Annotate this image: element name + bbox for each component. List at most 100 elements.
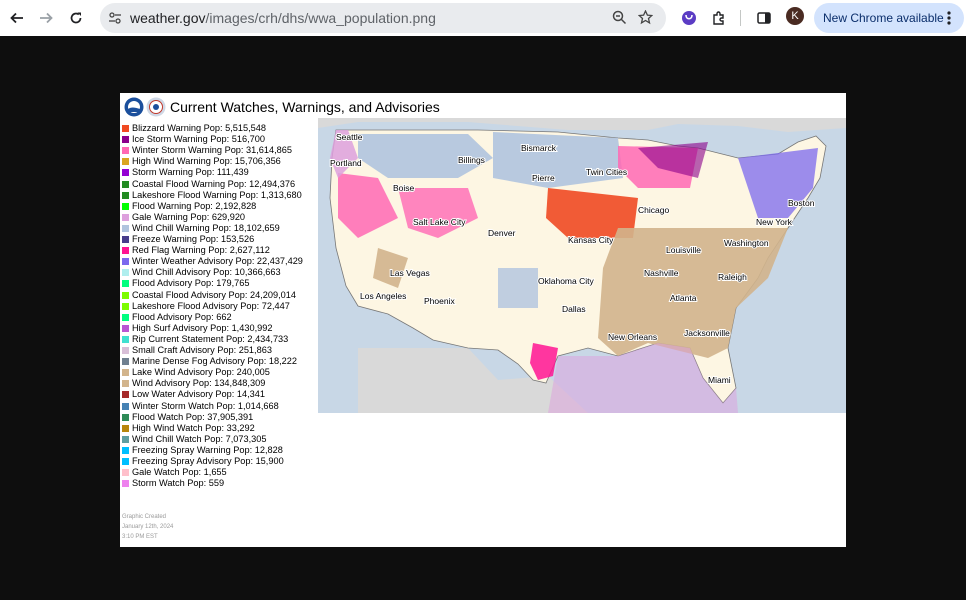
update-chrome-button[interactable]: New Chrome available [814, 3, 964, 33]
city-label: Twin Cities [586, 167, 627, 177]
city-label: New York [756, 217, 793, 227]
back-button[interactable] [4, 5, 30, 31]
city-label: Oklahoma City [538, 276, 594, 286]
city-label: Raleigh [718, 272, 747, 282]
legend-item: High Surf Advisory Pop: 1,430,992 [122, 323, 272, 334]
legend-label: Rip Current Statement Pop: 2,434,733 [132, 333, 289, 344]
legend-swatch [122, 324, 129, 332]
wind-chill-warning-oklahoma [498, 268, 538, 308]
legend-swatch [122, 136, 129, 144]
profile-avatar[interactable]: K [786, 7, 804, 25]
city-label: Miami [708, 375, 731, 385]
kebab-menu-icon[interactable] [946, 10, 952, 26]
legend-swatch [122, 424, 129, 432]
legend-swatch [122, 402, 129, 410]
city-label: Pierre [532, 173, 555, 183]
site-info-icon[interactable] [108, 11, 122, 25]
legend-label: Gale Watch Pop: 1,655 [132, 467, 227, 478]
legend-label: Blizzard Warning Pop: 5,515,548 [132, 123, 266, 133]
city-label: Washington [724, 238, 769, 248]
legend-swatch [122, 258, 129, 266]
legend-label: Coastal Flood Warning Pop: 12,494,376 [132, 178, 296, 189]
extension-icon[interactable] [678, 7, 700, 29]
legend-label: Small Craft Advisory Pop: 251,863 [132, 345, 272, 355]
legend-label: Gale Warning Pop: 629,920 [132, 211, 246, 222]
legend-item: Small Craft Advisory Pop: 251,863 [122, 345, 272, 356]
address-bar[interactable]: weather.gov/images/crh/dhs/wwa_populatio… [100, 3, 666, 33]
legend-item: Gale Warning Pop: 629,920 [122, 212, 245, 223]
legend-item: Lakeshore Flood Advisory Pop: 72,447 [122, 301, 290, 312]
legend-label: Winter Storm Warning Pop: 31,614,865 [132, 145, 293, 156]
city-label: Phoenix [424, 296, 455, 306]
legend-swatch [122, 302, 129, 310]
city-label: Seattle [336, 132, 363, 142]
forward-button[interactable] [33, 5, 59, 31]
legend-swatch [122, 358, 129, 366]
bookmark-star-icon[interactable] [638, 10, 653, 25]
legend-label: Marine Dense Fog Advisory Pop: 18,222 [132, 356, 297, 367]
zoom-icon[interactable] [612, 10, 627, 25]
legend-swatch [122, 413, 129, 421]
legend-swatch [122, 446, 129, 454]
legend-label: Ice Storm Warning Pop: 516,700 [132, 134, 265, 145]
legend-item: Wind Chill Advisory Pop: 10,366,663 [122, 267, 281, 278]
legend-swatch [122, 458, 129, 465]
legend-item: Wind Advisory Pop: 134,848,309 [122, 378, 265, 389]
legend-label: Wind Chill Advisory Pop: 10,366,663 [132, 267, 281, 278]
reload-icon [70, 12, 82, 24]
url-path: /images/crh/dhs/wwa_population.png [205, 10, 436, 26]
toolbar-divider [740, 10, 741, 26]
legend-item: Flood Watch Pop: 37,905,391 [122, 412, 253, 423]
legend-item: Marine Dense Fog Advisory Pop: 18,222 [122, 356, 297, 367]
city-label: Las Vegas [390, 268, 430, 278]
legend-swatch [122, 236, 129, 243]
puzzle-icon[interactable] [708, 7, 730, 29]
legend-item: Ice Storm Warning Pop: 516,700 [122, 134, 265, 145]
legend-item: Storm Watch Pop: 559 [122, 478, 224, 489]
noaa-logo [124, 97, 144, 117]
legend-swatch [122, 247, 129, 255]
nws-logo [146, 97, 166, 117]
legend-item: Rip Current Statement Pop: 2,434,733 [122, 334, 288, 345]
legend-label: Wind Chill Warning Pop: 18,102,659 [132, 222, 280, 233]
city-label: Louisville [666, 245, 701, 255]
city-label: Jacksonville [684, 328, 730, 338]
legend-swatch [122, 480, 129, 488]
legend-label: Freezing Spray Advisory Pop: 15,900 [132, 456, 284, 466]
side-panel-icon[interactable] [753, 7, 775, 29]
city-label: Boston [788, 198, 815, 208]
legend-item: Wind Chill Watch Pop: 7,073,305 [122, 434, 266, 445]
city-label: Kansas City [568, 235, 614, 245]
legend-label: High Surf Advisory Pop: 1,430,992 [132, 322, 273, 333]
city-label: Atlanta [670, 293, 697, 303]
legend-swatch [122, 347, 129, 354]
legend-swatch [122, 147, 129, 155]
wind-chill-warning-plains [493, 132, 623, 188]
legend-swatch [122, 180, 129, 188]
legend-item: Low Water Advisory Pop: 14,341 [122, 389, 265, 400]
city-label: Portland [330, 158, 362, 168]
legend-label: Lakeshore Flood Advisory Pop: 72,447 [132, 300, 290, 311]
legend-item: Flood Advisory Pop: 179,765 [122, 278, 249, 289]
city-label: New Orleans [608, 332, 657, 342]
legend-label: High Wind Warning Pop: 15,706,356 [132, 156, 281, 167]
legend-item: Winter Storm Warning Pop: 31,614,865 [122, 145, 292, 156]
city-label: Billings [458, 155, 485, 165]
legend-label: Flood Watch Pop: 37,905,391 [132, 411, 254, 422]
credit-line-1: Graphic Created [122, 514, 167, 520]
legend-item: Freeze Warning Pop: 153,526 [122, 234, 254, 245]
legend-label: Storm Watch Pop: 559 [132, 478, 225, 489]
legend-swatch [122, 380, 129, 388]
legend-label: Winter Weather Advisory Pop: 22,437,429 [132, 256, 303, 267]
forward-arrow-icon [40, 12, 53, 24]
legend-label: Low Water Advisory Pop: 14,341 [132, 389, 265, 400]
reload-button[interactable] [63, 5, 89, 31]
legend-item: Winter Storm Watch Pop: 1,014,668 [122, 401, 279, 412]
legend-swatch [122, 369, 129, 377]
legend-item: Flood Warning Pop: 2,192,828 [122, 201, 256, 212]
city-label: Los Angeles [360, 291, 406, 301]
legend-item: Freezing Spray Warning Pop: 12,828 [122, 445, 283, 456]
legend-swatch [122, 391, 129, 399]
legend-item: High Wind Warning Pop: 15,706,356 [122, 156, 281, 167]
us-alert-map: Seattle Portland Billings Bismarck Boise Pier… [318, 118, 846, 413]
